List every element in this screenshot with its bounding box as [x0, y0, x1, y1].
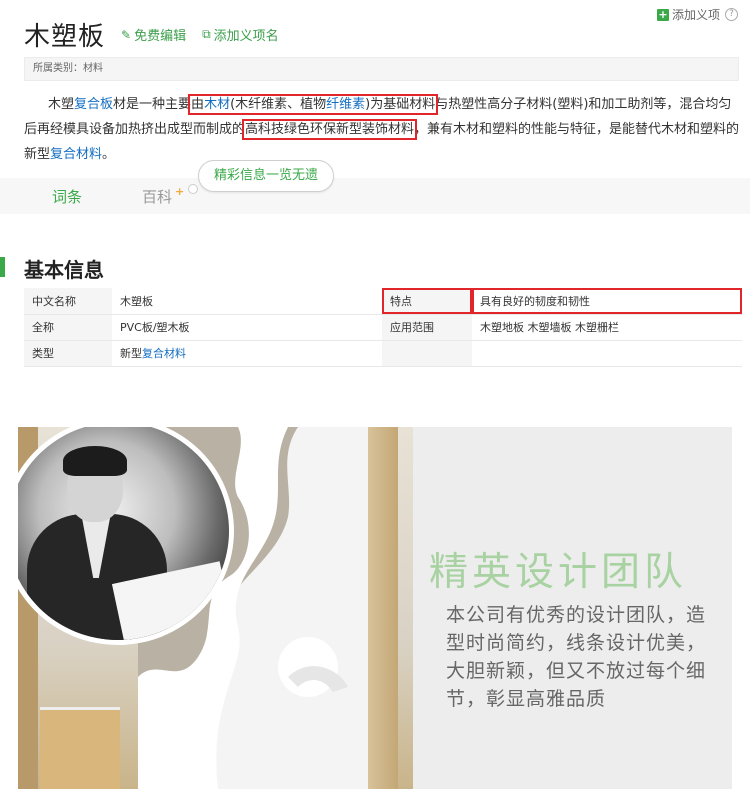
- portrait-hair: [63, 446, 127, 476]
- table-row: 中文名称 木塑板 特点 具有良好的韧度和韧性: [24, 288, 742, 315]
- highlight-base-material: 由木材(木纤维素、植物纤维素)为基础材料: [188, 94, 439, 115]
- design-team-banner: 精英设计团队 本公司有优秀的设计团队，造型时尚简约，线条设计优美，大胆新颖，但又…: [18, 427, 732, 789]
- info-bubble[interactable]: 精彩信息一览无遗: [198, 160, 334, 192]
- link-xianweisu[interactable]: 纤维素: [326, 97, 365, 112]
- title-row: 木塑板 ✎ 免费编辑 ⧉ 添加义项名: [24, 16, 279, 53]
- plus-icon: +: [656, 7, 669, 21]
- designer-portrait: [18, 427, 234, 645]
- basic-info-table: 中文名称 木塑板 特点 具有良好的韧度和韧性 全称 PVC板/塑木板 应用范围 …: [24, 288, 742, 367]
- intro-text: 材是一种主要: [113, 97, 192, 112]
- table-row: 全称 PVC板/塑木板 应用范围 木塑地板 木塑墙板 木塑栅栏: [24, 314, 742, 341]
- info-key: 中文名称: [24, 288, 112, 315]
- add-entry-label: 添加义项名: [213, 29, 279, 44]
- tab-encyclopedia[interactable]: 百科: [142, 186, 172, 207]
- category-bar: 所属类别：材料: [24, 57, 739, 81]
- help-icon[interactable]: ?: [725, 8, 738, 21]
- info-key: 应用范围: [382, 314, 472, 341]
- add-tag-label: 添加义项: [671, 8, 720, 22]
- info-key-highlight: 特点: [382, 288, 472, 315]
- section-accent-bar: [0, 257, 5, 277]
- banner-description: 本公司有优秀的设计团队，造型时尚简约，线条设计优美，大胆新颖，但又不放过每个细节…: [446, 604, 707, 710]
- page-title: 木塑板: [24, 22, 106, 52]
- edit-button[interactable]: ✎ 免费编辑: [121, 25, 187, 45]
- add-entry-icon: ⧉: [202, 27, 211, 41]
- intro-paragraph: 木塑复合板材是一种主要由木材(木纤维素、植物纤维素)为基础材料与热塑性高分子材料…: [24, 92, 742, 167]
- link-fuhecailiao-table[interactable]: 复合材料: [142, 347, 186, 360]
- add-tag-button[interactable]: + 添加义项 ?: [656, 6, 738, 23]
- edit-label: 免费编辑: [134, 29, 187, 44]
- info-key: 类型: [24, 340, 112, 367]
- table-row: 类型 新型复合材料: [24, 340, 742, 367]
- link-fuhecailiao[interactable]: 复合材料: [50, 147, 102, 162]
- info-key-empty: [382, 340, 472, 367]
- intro-text: (木纤维素、植物: [230, 97, 327, 112]
- highlight-eco-material: 高科技绿色环保新型装饰材料: [242, 119, 418, 140]
- tabs-bar: 词条 百科: [0, 178, 750, 214]
- info-value: 木塑板: [112, 288, 382, 315]
- tab-plus-badge: +: [175, 185, 185, 198]
- tab-entry[interactable]: 词条: [52, 186, 82, 207]
- intro-text: 。: [102, 147, 116, 162]
- info-value: 新型复合材料: [112, 340, 382, 367]
- intro-text: )为基础材料: [365, 97, 436, 112]
- info-value: PVC板/塑木板: [112, 314, 382, 341]
- intro-text: 木塑: [48, 97, 75, 112]
- info-value-text: 新型: [120, 347, 142, 360]
- info-value-highlight: 具有良好的韧度和韧性: [472, 288, 742, 315]
- info-key: 全称: [24, 314, 112, 341]
- banner-title: 精英设计团队: [429, 550, 688, 595]
- link-fuheban[interactable]: 复合板: [74, 97, 113, 112]
- pencil-icon: ✎: [121, 27, 132, 42]
- add-entry-button[interactable]: ⧉ 添加义项名: [202, 25, 279, 44]
- info-value: 木塑地板 木塑墙板 木塑栅栏: [472, 314, 742, 341]
- bubble-anchor-dot: [188, 184, 198, 194]
- wood-cabinet: [40, 707, 120, 789]
- intro-text: 由: [191, 97, 205, 112]
- info-value-empty: [472, 340, 742, 367]
- link-mucai[interactable]: 木材: [204, 97, 230, 112]
- basic-info-title: 基本信息: [24, 258, 104, 282]
- wood-post: [368, 427, 398, 789]
